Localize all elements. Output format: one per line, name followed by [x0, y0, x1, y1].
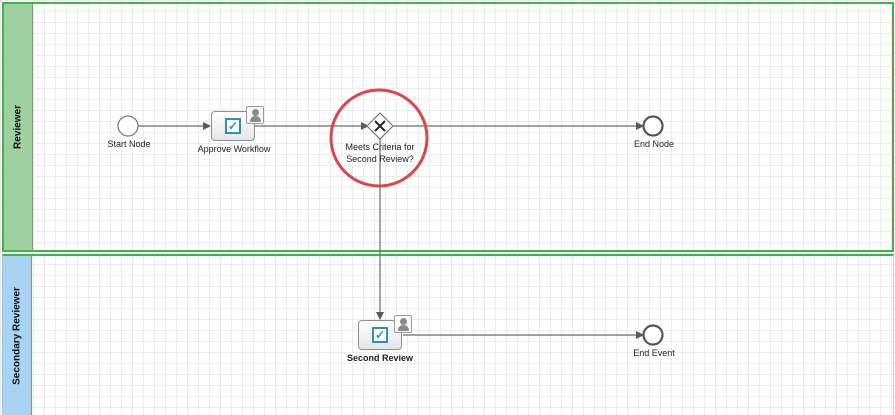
end-node-circle[interactable]: [642, 115, 664, 137]
check-icon: ✓: [372, 327, 388, 343]
gateway-label-line2: Second Review?: [346, 154, 414, 164]
gateway-label: Meets Criteria for Second Review?: [325, 141, 435, 165]
approve-workflow-label: Approve Workflow: [197, 144, 271, 154]
start-event-circle[interactable]: [117, 115, 139, 137]
user-icon: [394, 315, 412, 333]
user-icon: [246, 106, 264, 124]
second-review-label: Second Review: [346, 353, 414, 363]
end-node-label: End Node: [633, 139, 675, 149]
check-icon: ✓: [225, 118, 241, 134]
end-event-circle[interactable]: [642, 324, 664, 346]
end-event-label: End Event: [633, 348, 675, 358]
gateway-label-line1: Meets Criteria for: [345, 142, 415, 152]
gateway[interactable]: [366, 112, 394, 140]
flow-layer: [117, 88, 664, 346]
start-node-label: Start Node: [107, 139, 151, 149]
